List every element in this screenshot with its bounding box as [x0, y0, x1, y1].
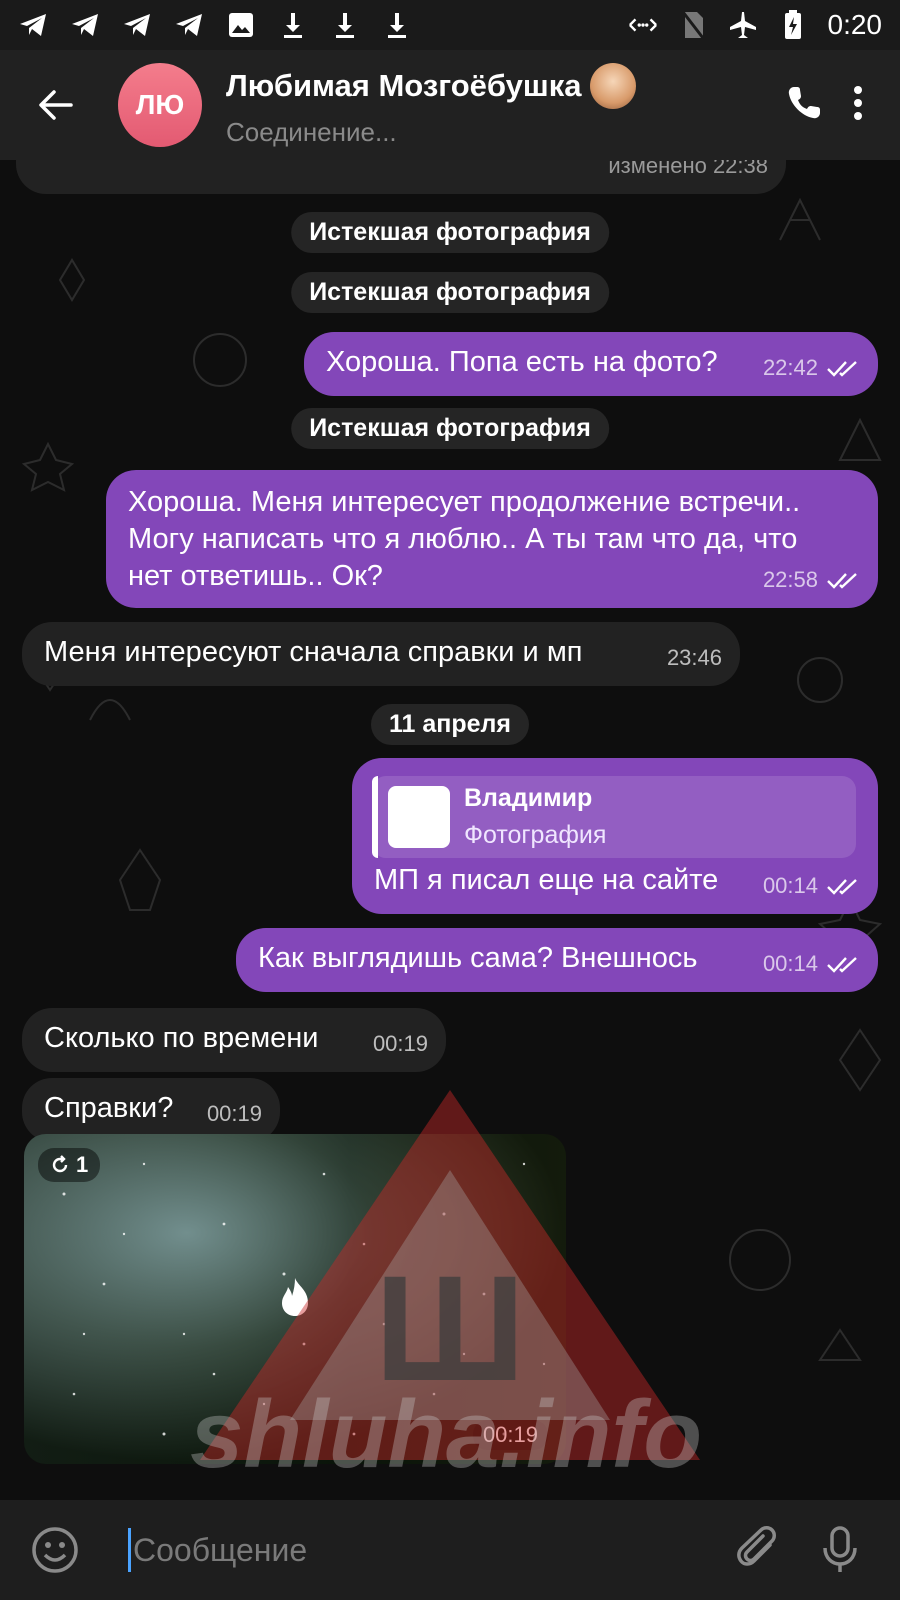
- message-input-bar: Сообщение: [0, 1500, 900, 1600]
- refresh-icon: [52, 1155, 68, 1173]
- service-message: Истекшая фотография: [291, 408, 609, 449]
- message-input[interactable]: Сообщение: [128, 1528, 307, 1572]
- double-check-icon: [827, 360, 857, 377]
- message-bubble-incoming[interactable]: Меня интересуют сначала справки и мп 23:…: [22, 622, 740, 686]
- reply-type: Фотография: [464, 821, 607, 849]
- telegram-icon: [18, 10, 48, 40]
- service-message: Истекшая фотография: [291, 212, 609, 253]
- message-text: Хороша. Меня интересует продолжение встр…: [128, 486, 801, 592]
- paperclip-icon[interactable]: [734, 1525, 784, 1575]
- message-text: Меня интересуют сначала справки и мп: [44, 636, 583, 668]
- chat-title-text: Любимая Мозгоёбушка: [226, 67, 582, 103]
- microphone-icon[interactable]: [820, 1525, 870, 1575]
- edited-timestamp: изменено 22:38: [608, 160, 768, 178]
- message-time: 23:46: [666, 645, 722, 670]
- message-text: Справки?: [44, 1092, 174, 1124]
- emoji-icon[interactable]: [30, 1525, 80, 1575]
- view-once-badge: 1: [38, 1148, 101, 1182]
- message-text: МП я писал еще на сайте: [374, 864, 719, 896]
- date-separator: 11 апреля: [370, 704, 530, 745]
- phone-call-icon[interactable]: [784, 83, 824, 128]
- watermark-text: shluha.info: [190, 1381, 702, 1488]
- double-check-icon: [827, 878, 857, 895]
- download-icon: [278, 10, 308, 40]
- message-time: 00:14: [763, 945, 860, 982]
- telegram-icon: [174, 10, 204, 40]
- message-time: 22:58: [763, 561, 860, 598]
- chat-title: Любимая Мозгоёбушка: [226, 62, 636, 109]
- chat-title-block[interactable]: Любимая Мозгоёбушка Соединение...: [226, 62, 636, 148]
- message-text: Сколько по времени: [44, 1022, 319, 1054]
- message-bubble-outgoing[interactable]: Хороша. Попа есть на фото? 22:42: [304, 332, 878, 396]
- image-icon: [226, 10, 256, 40]
- message-text: Как выглядишь сама? Внешнось: [258, 942, 698, 974]
- message-time: 00:19: [206, 1101, 262, 1126]
- message-bubble-outgoing[interactable]: Как выглядишь сама? Внешнось 00:14: [236, 928, 878, 992]
- message-bubble-incoming[interactable]: Сколько по времени 00:19: [22, 1008, 446, 1072]
- back-arrow-icon[interactable]: [20, 70, 90, 140]
- chat-header: ЛЮ Любимая Мозгоёбушка Соединение...: [0, 50, 900, 160]
- avatar[interactable]: ЛЮ: [118, 63, 202, 147]
- message-text: Хороша. Попа есть на фото?: [326, 346, 718, 378]
- anime-girl-emoji-icon: [589, 62, 636, 109]
- service-message: Истекшая фотография: [291, 272, 609, 313]
- fire-icon: [282, 1278, 308, 1316]
- message-time: 22:42: [763, 349, 860, 386]
- reply-bar: [372, 776, 378, 858]
- message-list[interactable]: изменено 22:38 Истекшая фотография Истек…: [0, 160, 900, 1500]
- message-time: 00:14: [763, 867, 860, 904]
- clock: 0:20: [827, 9, 883, 40]
- status-bar: 0:20: [0, 0, 900, 50]
- message-bubble-incoming[interactable]: Справки? 00:19: [22, 1078, 280, 1142]
- no-sim-icon: [678, 10, 708, 40]
- download-icon: [382, 10, 412, 40]
- more-options-icon[interactable]: [852, 85, 864, 126]
- download-icon: [330, 10, 360, 40]
- reply-author: Владимир: [464, 784, 593, 812]
- message-bubble-outgoing-reply[interactable]: Владимир Фотография МП я писал еще на са…: [352, 758, 878, 914]
- telegram-icon: [122, 10, 152, 40]
- connection-status: Соединение...: [226, 116, 397, 147]
- message-time: 00:19: [372, 1031, 428, 1056]
- double-check-icon: [827, 956, 857, 973]
- data-saver-icon: [628, 10, 658, 40]
- message-bubble-outgoing[interactable]: Хороша. Меня интересует продолжение встр…: [106, 470, 878, 608]
- text-caret: [128, 1528, 131, 1572]
- reply-thumbnail: [388, 786, 450, 848]
- reply-preview[interactable]: Владимир Фотография: [372, 776, 856, 858]
- airplane-icon: [728, 10, 758, 40]
- battery-charging-icon: [778, 10, 808, 40]
- message-bubble-incoming[interactable]: изменено 22:38: [16, 160, 786, 194]
- double-check-icon: [827, 572, 857, 589]
- telegram-icon: [70, 10, 100, 40]
- message-input-placeholder: Сообщение: [133, 1531, 308, 1568]
